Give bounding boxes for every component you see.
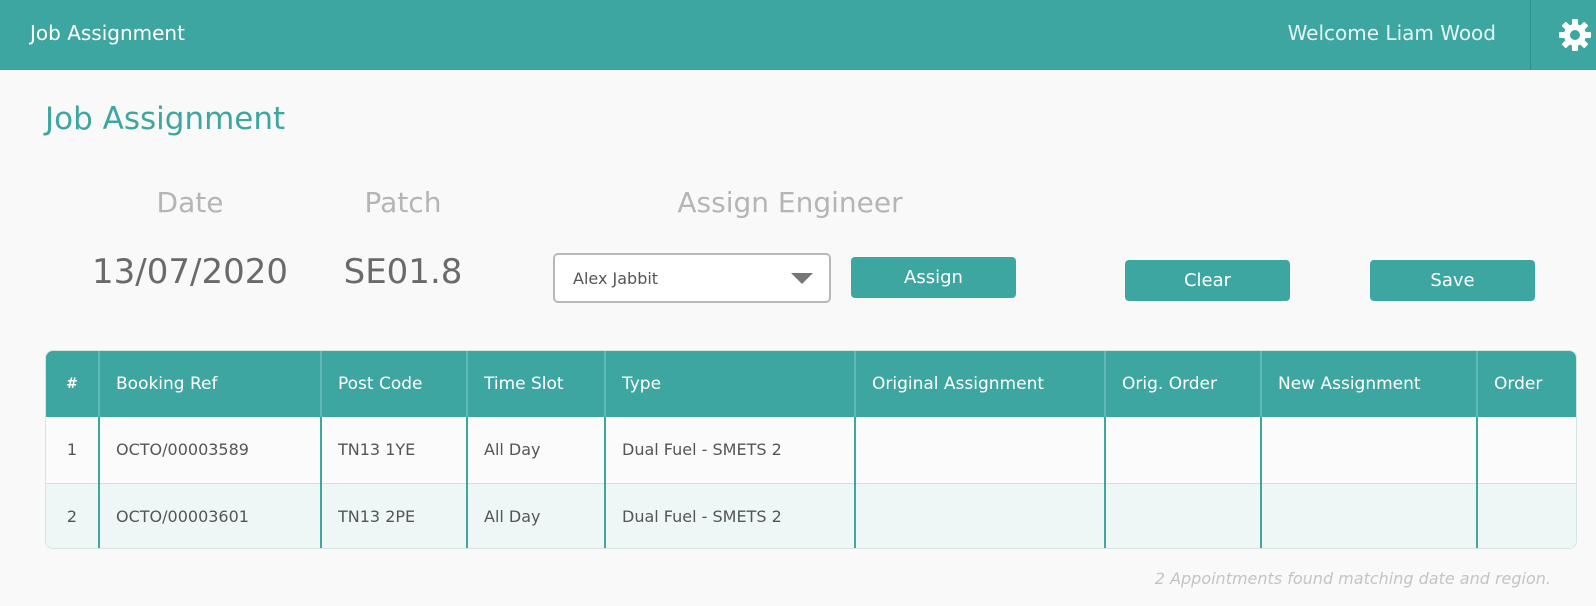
orig-order-cell: [1105, 482, 1262, 548]
original-assignment-cell: [855, 482, 1106, 548]
settings-button[interactable]: [1558, 18, 1592, 52]
original-assignment-cell: [855, 417, 1106, 483]
topbar-divider: [1530, 0, 1531, 70]
patch-value: SE01.8: [343, 252, 463, 292]
date-value: 13/07/2020: [92, 252, 288, 292]
engineer-select[interactable]: Alex Jabbit: [553, 253, 831, 303]
column-header-order[interactable]: Order: [1477, 351, 1576, 417]
table-row[interactable]: 1 OCTO/00003589 TN13 1YE All Day Dual Fu…: [46, 417, 1576, 483]
top-bar: Job Assignment Welcome Liam Wood: [0, 0, 1596, 70]
column-header-original-assignment[interactable]: Original Assignment: [855, 351, 1106, 417]
type-cell: Dual Fuel - SMETS 2: [605, 417, 856, 483]
assign-engineer-label: Assign Engineer: [677, 186, 903, 219]
column-header-post-code[interactable]: Post Code: [321, 351, 468, 417]
order-cell[interactable]: [1477, 482, 1576, 548]
orig-order-cell: [1105, 417, 1262, 483]
table-row[interactable]: 2 OCTO/00003601 TN13 2PE All Day Dual Fu…: [46, 482, 1576, 548]
post-code-cell: TN13 1YE: [321, 417, 468, 483]
new-assignment-cell[interactable]: [1261, 417, 1478, 483]
time-slot-cell: All Day: [467, 482, 606, 548]
date-label: Date: [156, 186, 224, 219]
row-number-cell: 2: [46, 482, 100, 548]
assign-button[interactable]: Assign: [851, 257, 1016, 298]
app-title: Job Assignment: [30, 21, 185, 45]
column-header-type[interactable]: Type: [605, 351, 856, 417]
post-code-cell: TN13 2PE: [321, 482, 468, 548]
type-cell: Dual Fuel - SMETS 2: [605, 482, 856, 548]
results-status-text: 2 Appointments found matching date and r…: [1154, 569, 1551, 588]
column-header-booking-ref[interactable]: Booking Ref: [99, 351, 322, 417]
order-cell[interactable]: [1477, 417, 1576, 483]
save-button[interactable]: Save: [1370, 260, 1535, 301]
row-number-cell: 1: [46, 417, 100, 483]
column-header-time-slot[interactable]: Time Slot: [467, 351, 606, 417]
assignment-table: # Booking Ref Post Code Time Slot Type O…: [45, 350, 1577, 549]
clear-button[interactable]: Clear: [1125, 260, 1290, 301]
welcome-message: Welcome Liam Wood: [1287, 21, 1496, 45]
page-title: Job Assignment: [45, 101, 286, 137]
booking-ref-cell: OCTO/00003589: [99, 417, 322, 483]
patch-label: Patch: [364, 186, 442, 219]
new-assignment-cell[interactable]: [1261, 482, 1478, 548]
column-header-orig-order[interactable]: Orig. Order: [1105, 351, 1262, 417]
time-slot-cell: All Day: [467, 417, 606, 483]
table-header-row: # Booking Ref Post Code Time Slot Type O…: [46, 351, 1576, 417]
column-header-new-assignment[interactable]: New Assignment: [1261, 351, 1478, 417]
engineer-select-value: Alex Jabbit: [573, 269, 659, 288]
booking-ref-cell: OCTO/00003601: [99, 482, 322, 548]
chevron-down-icon: [791, 273, 813, 284]
column-header-number[interactable]: #: [46, 351, 100, 417]
gear-icon: [1559, 19, 1591, 51]
